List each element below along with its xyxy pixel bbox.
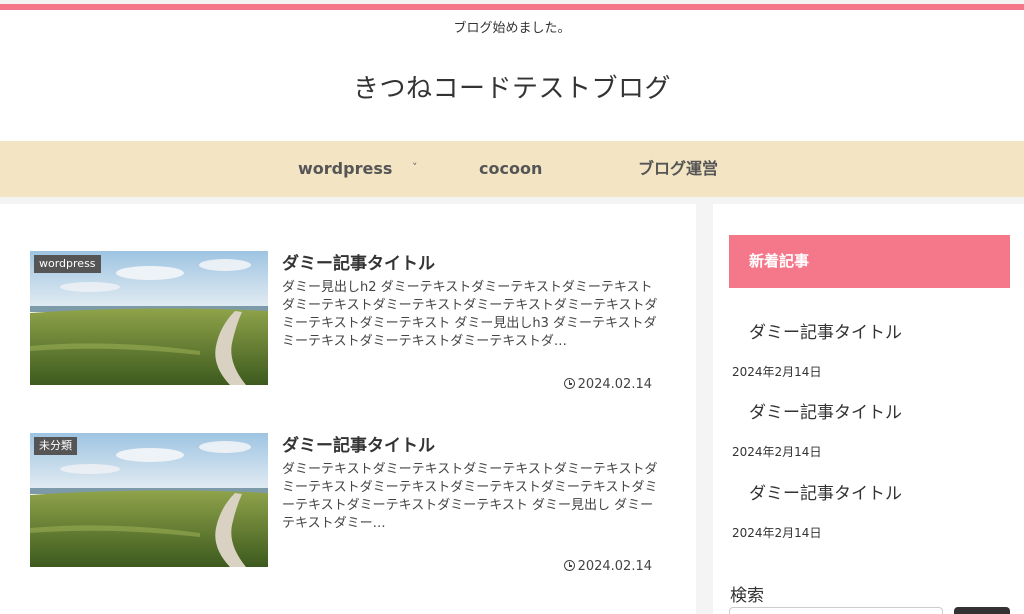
post-card[interactable]: 未分類 ダミー記事タイトル ダミーテキストダミーテキストダミーテキストダミーテキ… [30, 431, 670, 574]
site-tagline: ブログ始めました。 [453, 21, 571, 36]
post-card[interactable]: wordpress ダミー記事タイトル ダミー見出しh2 ダミーテキストダミーテ… [30, 249, 670, 392]
search-heading: 検索 [730, 586, 764, 606]
post-date-text: 2024.02.14 [577, 559, 652, 574]
nav-item-blog-operation[interactable]: ブログ運営 [638, 141, 718, 197]
category-label: wordpress [34, 255, 101, 273]
chevron-down-icon[interactable]: ˅ [412, 141, 418, 197]
nav-item-wordpress[interactable]: wordpress [298, 141, 392, 197]
post-date: 2024.02.14 [563, 377, 652, 392]
recent-post-link[interactable]: ダミー記事タイトル [749, 479, 902, 504]
clock-icon [563, 378, 575, 389]
site-title[interactable]: きつねコードテストブログ [0, 68, 1024, 105]
post-title[interactable]: ダミー記事タイトル [282, 431, 662, 456]
main-content: wordpress ダミー記事タイトル ダミー見出しh2 ダミーテキストダミーテ… [0, 204, 696, 614]
post-thumbnail[interactable]: wordpress [30, 251, 268, 385]
post-excerpt: ダミーテキストダミーテキストダミーテキストダミーテキストダミーテキストダミーテキ… [282, 462, 658, 531]
recent-posts-heading: 新着記事 [729, 235, 1010, 288]
post-excerpt: ダミー見出しh2 ダミーテキストダミーテキストダミーテキストダミーテキストダミー… [282, 280, 658, 349]
search-input[interactable] [729, 607, 943, 614]
recent-post-date: 2024年2月14日 [732, 526, 822, 540]
post-date: 2024.02.14 [563, 559, 652, 574]
clock-icon [563, 560, 575, 571]
global-nav: wordpress ˅ cocoon ブログ運営 [0, 141, 1024, 197]
post-date-text: 2024.02.14 [577, 377, 652, 392]
site-header: ブログ始めました。 きつねコードテストブログ [0, 10, 1024, 141]
recent-post-date: 2024年2月14日 [732, 365, 822, 379]
search-button[interactable] [954, 607, 1010, 614]
sidebar: 新着記事 ダミー記事タイトル 2024年2月14日 ダミー記事タイトル 2024… [713, 204, 1024, 614]
nav-item-cocoon[interactable]: cocoon [479, 141, 542, 197]
recent-post-link[interactable]: ダミー記事タイトル [749, 398, 902, 423]
post-thumbnail[interactable]: 未分類 [30, 433, 268, 567]
recent-post-link[interactable]: ダミー記事タイトル [749, 318, 902, 343]
post-title[interactable]: ダミー記事タイトル [282, 249, 662, 274]
category-label: 未分類 [34, 437, 77, 455]
recent-post-date: 2024年2月14日 [732, 445, 822, 459]
